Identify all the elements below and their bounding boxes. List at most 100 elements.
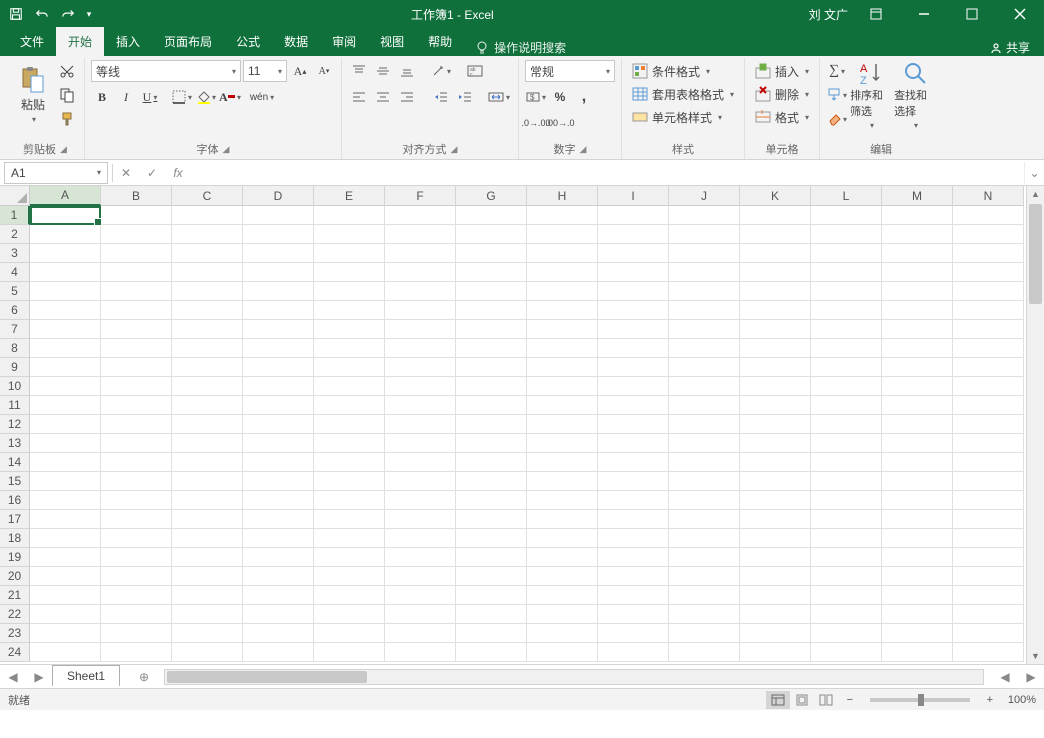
cell[interactable] <box>243 263 314 282</box>
font-color-button[interactable]: A▾ <box>219 86 241 108</box>
page-layout-view-button[interactable] <box>790 691 814 709</box>
tab-page-layout[interactable]: 页面布局 <box>152 27 224 56</box>
cell[interactable] <box>598 472 669 491</box>
align-launcher[interactable]: ◢ <box>451 144 458 155</box>
column-header-E[interactable]: E <box>314 186 385 206</box>
cell[interactable] <box>243 206 314 225</box>
comma-button[interactable]: , <box>573 86 595 108</box>
cell[interactable] <box>172 415 243 434</box>
row-header-12[interactable]: 12 <box>0 415 30 434</box>
cell[interactable] <box>243 453 314 472</box>
cell[interactable] <box>527 244 598 263</box>
cell[interactable] <box>456 472 527 491</box>
cell[interactable] <box>30 529 101 548</box>
cell[interactable] <box>740 643 811 662</box>
cell[interactable] <box>740 377 811 396</box>
cell[interactable] <box>172 358 243 377</box>
cell[interactable] <box>598 339 669 358</box>
cell-area[interactable] <box>30 206 1024 662</box>
scroll-down-button[interactable]: ▼ <box>1027 648 1044 664</box>
cell[interactable] <box>30 244 101 263</box>
cell[interactable] <box>882 301 953 320</box>
cell[interactable] <box>669 586 740 605</box>
cell[interactable] <box>882 548 953 567</box>
vertical-scrollbar[interactable]: ▲ ▼ <box>1026 186 1044 664</box>
cell[interactable] <box>456 567 527 586</box>
cell[interactable] <box>740 567 811 586</box>
cell[interactable] <box>740 282 811 301</box>
cell[interactable] <box>30 415 101 434</box>
vscroll-thumb[interactable] <box>1029 204 1042 304</box>
cell[interactable] <box>385 301 456 320</box>
cell[interactable] <box>385 320 456 339</box>
cell[interactable] <box>456 377 527 396</box>
cell[interactable] <box>527 586 598 605</box>
cell[interactable] <box>456 586 527 605</box>
align-left-button[interactable] <box>348 86 370 108</box>
cell[interactable] <box>598 643 669 662</box>
cell[interactable] <box>953 491 1024 510</box>
cell[interactable] <box>882 472 953 491</box>
cell[interactable] <box>598 586 669 605</box>
cell[interactable] <box>740 510 811 529</box>
cell[interactable] <box>314 225 385 244</box>
cell[interactable] <box>811 339 882 358</box>
cell[interactable] <box>243 491 314 510</box>
underline-button[interactable]: U▾ <box>139 86 161 108</box>
cell[interactable] <box>456 434 527 453</box>
fill-color-button[interactable]: ▾ <box>195 86 217 108</box>
cell[interactable] <box>101 225 172 244</box>
cell[interactable] <box>243 434 314 453</box>
cell[interactable] <box>385 510 456 529</box>
row-header-1[interactable]: 1 <box>0 206 30 225</box>
sheet-tab-sheet1[interactable]: Sheet1 <box>52 665 120 686</box>
cell[interactable] <box>811 282 882 301</box>
cell[interactable] <box>669 301 740 320</box>
cell[interactable] <box>172 206 243 225</box>
cell[interactable] <box>314 510 385 529</box>
cell[interactable] <box>314 567 385 586</box>
row-header-22[interactable]: 22 <box>0 605 30 624</box>
cell[interactable] <box>882 377 953 396</box>
row-header-15[interactable]: 15 <box>0 472 30 491</box>
cell[interactable] <box>456 263 527 282</box>
cell[interactable] <box>172 624 243 643</box>
column-header-K[interactable]: K <box>740 186 811 206</box>
cell[interactable] <box>456 529 527 548</box>
cell[interactable] <box>953 586 1024 605</box>
cell[interactable] <box>669 453 740 472</box>
cell[interactable] <box>172 320 243 339</box>
cell[interactable] <box>456 244 527 263</box>
cell[interactable] <box>527 605 598 624</box>
cell[interactable] <box>243 586 314 605</box>
row-header-18[interactable]: 18 <box>0 529 30 548</box>
cell[interactable] <box>811 263 882 282</box>
cell[interactable] <box>30 339 101 358</box>
cell[interactable] <box>172 244 243 263</box>
cell[interactable] <box>953 244 1024 263</box>
cell[interactable] <box>669 491 740 510</box>
cell[interactable] <box>172 453 243 472</box>
cell[interactable] <box>243 377 314 396</box>
cell[interactable] <box>30 510 101 529</box>
cell[interactable] <box>30 206 101 225</box>
cell[interactable] <box>101 529 172 548</box>
cell[interactable] <box>669 263 740 282</box>
cell[interactable] <box>30 320 101 339</box>
cell[interactable] <box>811 244 882 263</box>
cell[interactable] <box>882 358 953 377</box>
cell[interactable] <box>598 358 669 377</box>
tab-data[interactable]: 数据 <box>272 27 320 56</box>
cell[interactable] <box>953 529 1024 548</box>
cell[interactable] <box>740 301 811 320</box>
align-top-button[interactable] <box>348 60 370 82</box>
cell[interactable] <box>456 510 527 529</box>
cell[interactable] <box>527 282 598 301</box>
cell[interactable] <box>172 529 243 548</box>
cell[interactable] <box>882 339 953 358</box>
cell[interactable] <box>740 472 811 491</box>
cell[interactable] <box>811 529 882 548</box>
cell[interactable] <box>740 434 811 453</box>
cell[interactable] <box>669 434 740 453</box>
normal-view-button[interactable] <box>766 691 790 709</box>
